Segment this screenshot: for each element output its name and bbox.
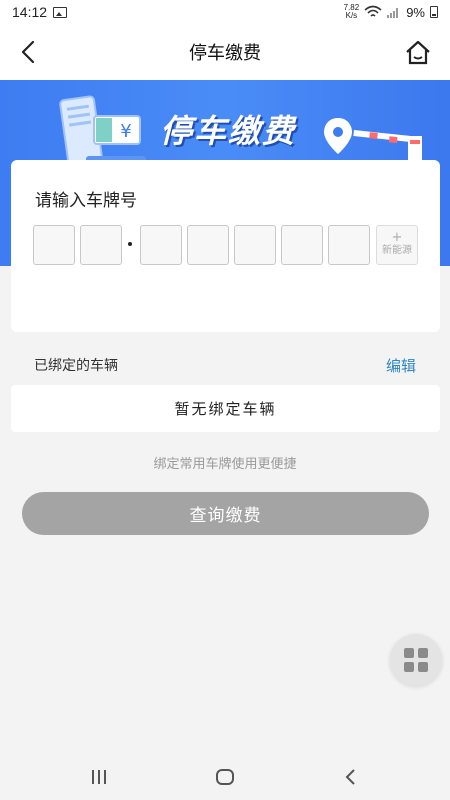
plate-char-box-5[interactable] [234,225,276,265]
status-time: 14:12 [12,4,48,20]
plate-char-box-7[interactable] [328,225,370,265]
network-speed: 7.82 K/s [344,4,360,20]
recent-apps-icon[interactable] [89,768,109,786]
plate-input-label: 请输入车牌号 [35,191,137,211]
plate-char-box-4[interactable] [187,225,229,265]
floating-menu-button[interactable] [390,634,442,686]
query-payment-button[interactable]: 查询缴费 [22,492,429,535]
image-notification-icon [53,6,68,18]
new-energy-label: 新能源 [382,245,412,256]
grid-icon [404,648,428,672]
back-arrow-icon[interactable] [16,38,44,66]
battery-percent: 9% [406,4,425,20]
query-payment-label: 查询缴费 [189,506,262,526]
signal-icon [387,8,399,18]
status-right: 7.82 K/s 9% [344,4,438,20]
nav-bar: 停车缴费 [0,24,450,80]
plate-input-card: 请输入车牌号 + 新能源 [11,160,440,332]
back-nav-icon[interactable] [341,768,361,786]
bound-vehicles-label: 已绑定的车辆 [34,358,118,374]
plate-char-box-6[interactable] [281,225,323,265]
network-speed-unit: K/s [345,11,358,20]
bind-hint-text: 绑定常用车牌使用更便捷 [153,457,297,472]
home-icon[interactable] [404,38,432,66]
status-bar: 14:12 7.82 K/s 9% [0,0,450,24]
plate-char-box-1[interactable] [33,225,75,265]
new-energy-plate-box[interactable]: + 新能源 [376,225,418,265]
plate-char-box-2[interactable] [80,225,122,265]
no-bound-vehicles-card: 暂无绑定车辆 [11,385,440,432]
page-title: 停车缴费 [189,43,261,64]
plate-separator-dot [128,242,132,246]
plate-char-box-3[interactable] [140,225,182,265]
banner-title: 停车缴费 [160,112,297,150]
wifi-icon [364,5,382,17]
plus-icon: + [391,230,403,245]
currency-symbol: ¥ [120,121,131,142]
edit-link[interactable]: 编辑 [386,355,416,376]
system-nav-bar [0,754,450,800]
no-bound-vehicles-text: 暂无绑定车辆 [174,400,277,418]
battery-icon [430,6,438,18]
home-nav-icon[interactable] [215,768,235,786]
